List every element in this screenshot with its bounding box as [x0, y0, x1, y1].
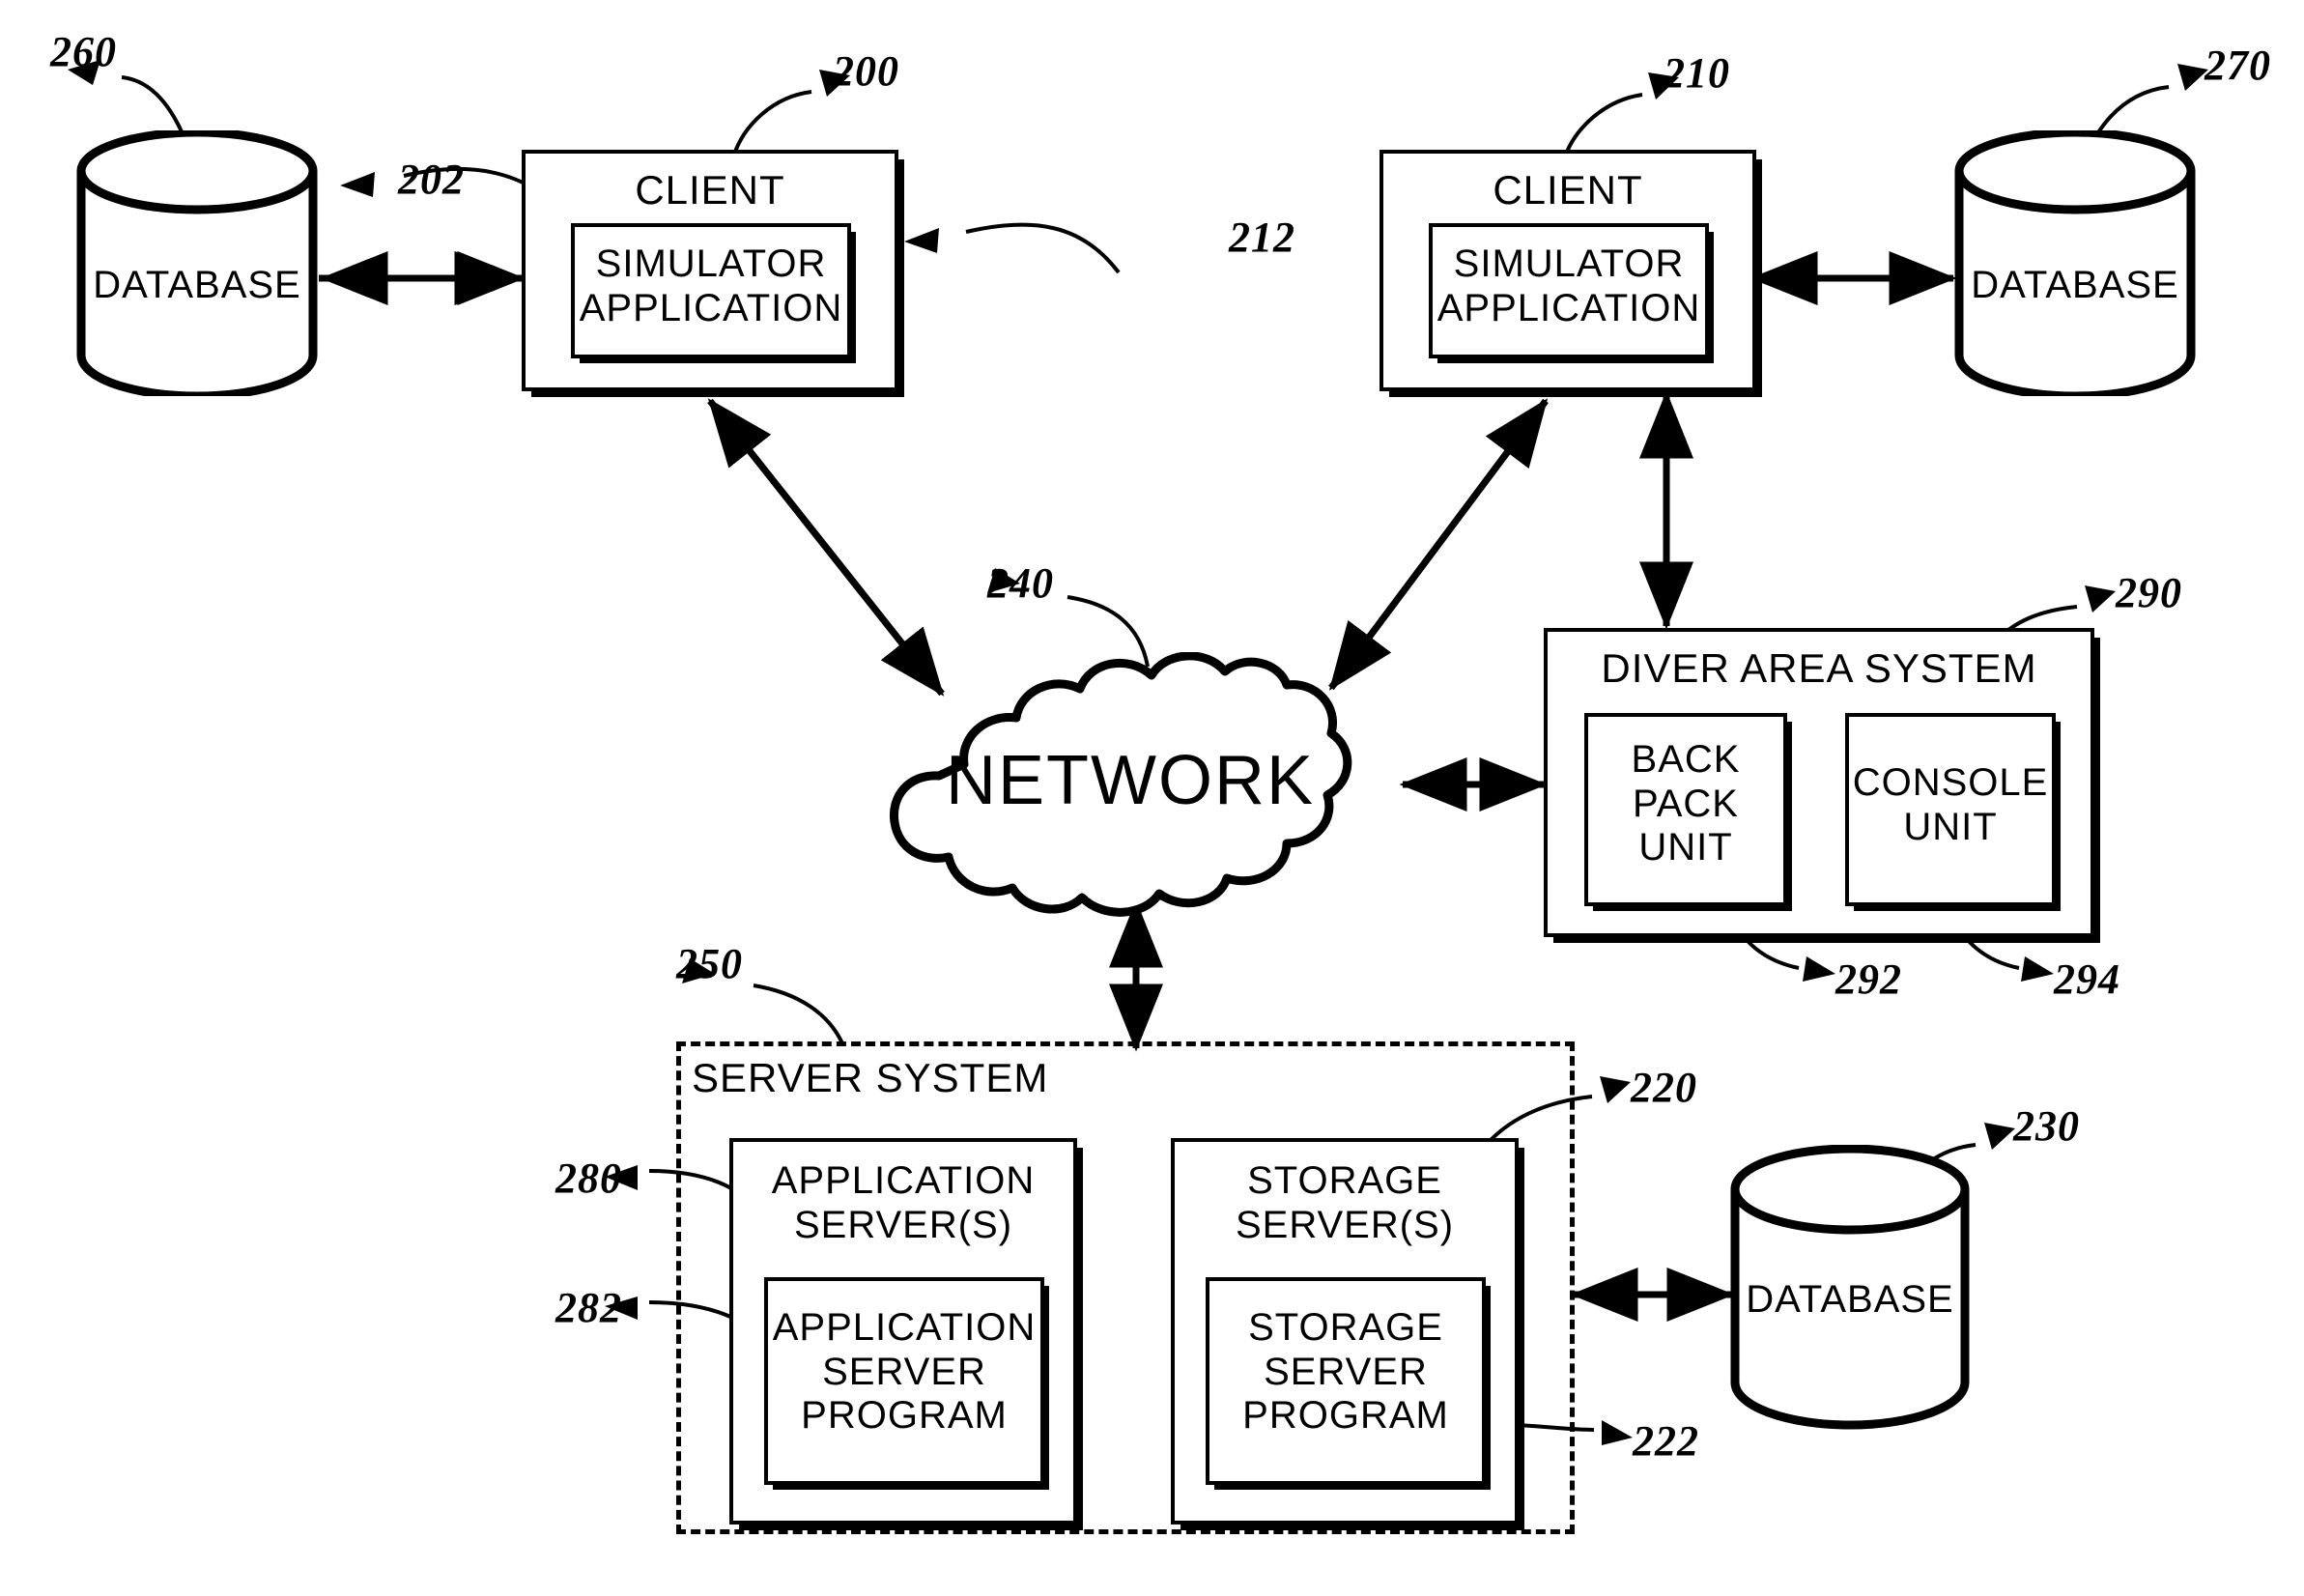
database-270-label: DATABASE: [1971, 264, 2179, 306]
refnum-220: 220: [1631, 1064, 1697, 1111]
simulator-application-212-box[interactable]: SIMULATOR APPLICATION: [1429, 223, 1709, 358]
client-210-box[interactable]: CLIENT SIMULATOR APPLICATION: [1380, 150, 1756, 391]
database-260-label: DATABASE: [93, 264, 301, 306]
storage-servers-220-title: STORAGE SERVER(S): [1235, 1159, 1455, 1246]
back-pack-unit-292-label: BACK PACK UNIT: [1631, 738, 1741, 869]
refnum-282: 282: [555, 1284, 622, 1331]
refnum-292: 292: [1835, 955, 1902, 1003]
database-230-label: DATABASE: [1746, 1278, 1954, 1321]
application-server-program-282-label: APPLICATION SERVER PROGRAM: [772, 1306, 1037, 1438]
refnum-240: 240: [987, 559, 1054, 607]
refnum-280: 280: [555, 1154, 622, 1202]
refnum-270: 270: [2204, 42, 2271, 89]
client-200-title: CLIENT: [635, 167, 785, 213]
patent-figure-canvas: DATABASE 260 CLIENT SIMULATOR APPLICATIO…: [0, 0, 2304, 1596]
database-270: DATABASE: [1953, 128, 2197, 401]
client-200-box[interactable]: CLIENT SIMULATOR APPLICATION: [522, 150, 898, 391]
client-210-title: CLIENT: [1493, 167, 1643, 213]
storage-server-program-222-box[interactable]: STORAGE SERVER PROGRAM: [1206, 1277, 1486, 1485]
refnum-294: 294: [2054, 955, 2120, 1003]
refnum-202: 202: [398, 156, 465, 203]
network-240-label: NETWORK: [946, 742, 1315, 819]
server-system-250-title: SERVER SYSTEM: [692, 1055, 1049, 1100]
refnum-230: 230: [2013, 1102, 2080, 1150]
storage-servers-220-box[interactable]: STORAGE SERVER(S) STORAGE SERVER PROGRAM: [1171, 1138, 1519, 1525]
application-server-program-282-box[interactable]: APPLICATION SERVER PROGRAM: [764, 1277, 1044, 1485]
refnum-200: 200: [833, 47, 899, 95]
refnum-260: 260: [50, 28, 117, 75]
database-260: DATABASE: [75, 128, 319, 401]
simulator-application-202-label: SIMULATOR APPLICATION: [579, 242, 843, 329]
network-cloud-240[interactable]: NETWORK: [850, 651, 1410, 923]
refnum-222: 222: [1633, 1417, 1699, 1465]
refnum-210: 210: [1664, 49, 1730, 97]
application-servers-280-title: APPLICATION SERVER(S): [771, 1159, 1036, 1246]
console-unit-294-label: CONSOLE UNIT: [1852, 761, 2049, 848]
diver-area-system-290-box[interactable]: DIVER AREA SYSTEM BACK PACK UNIT CONSOLE…: [1544, 628, 2094, 937]
storage-server-program-222-label: STORAGE SERVER PROGRAM: [1242, 1306, 1449, 1438]
diver-area-system-290-title: DIVER AREA SYSTEM: [1601, 645, 2037, 691]
connector-client200-network: [707, 398, 945, 697]
connector-client210-network: [1328, 398, 1549, 691]
refnum-290: 290: [2116, 569, 2182, 616]
application-servers-280-box[interactable]: APPLICATION SERVER(S) APPLICATION SERVER…: [729, 1138, 1077, 1525]
back-pack-unit-292-box[interactable]: BACK PACK UNIT: [1584, 713, 1787, 906]
simulator-application-212-label: SIMULATOR APPLICATION: [1436, 242, 1701, 329]
console-unit-294-box[interactable]: CONSOLE UNIT: [1845, 713, 2056, 906]
database-230: DATABASE: [1729, 1144, 1971, 1435]
refnum-212: 212: [1229, 214, 1295, 261]
refnum-250: 250: [676, 940, 743, 987]
simulator-application-202-box[interactable]: SIMULATOR APPLICATION: [571, 223, 851, 358]
